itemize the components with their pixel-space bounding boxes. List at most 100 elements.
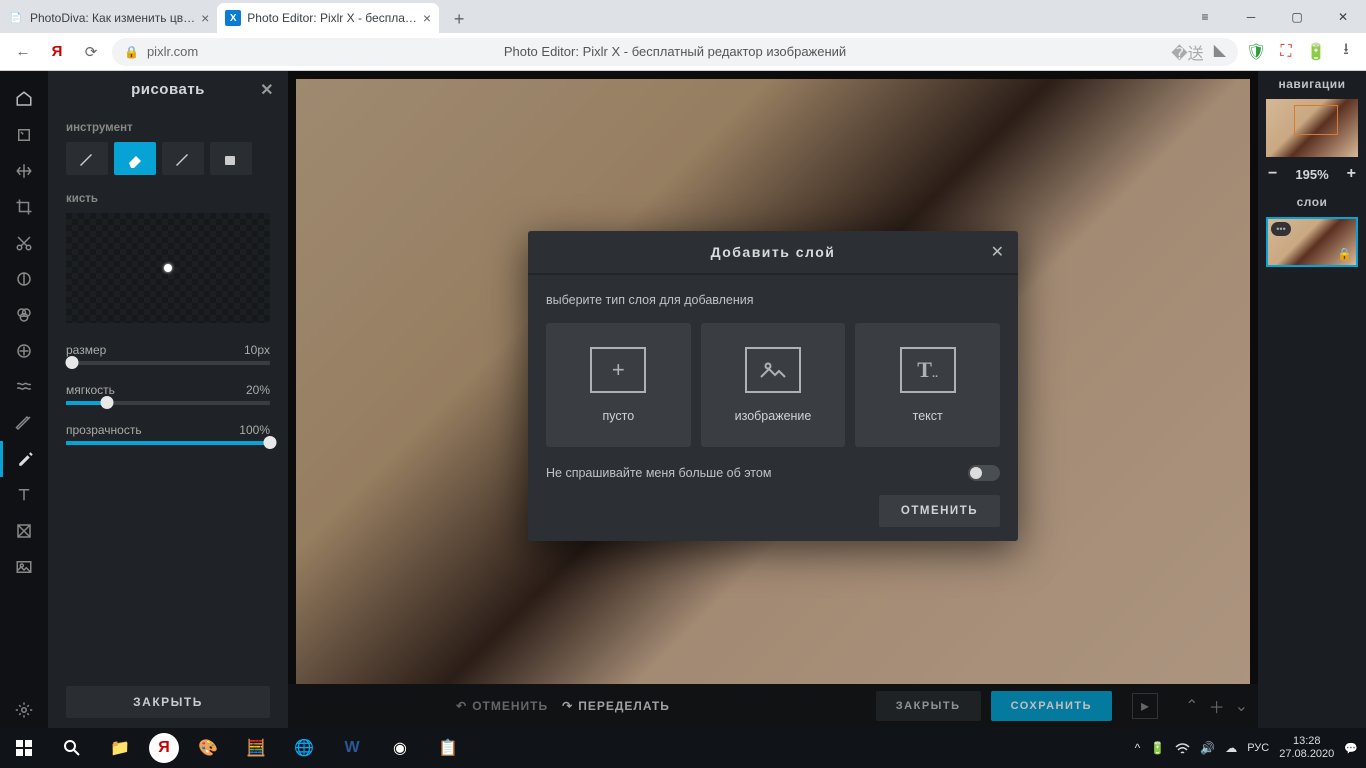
lock-icon[interactable]: 🔒 (1337, 247, 1352, 261)
pixlr-app: рисовать ✕ инструмент кисть размер10px м… (0, 71, 1366, 728)
viewport-box-icon (1294, 105, 1338, 135)
image-square-icon (745, 347, 801, 393)
modal-cancel-button[interactable]: ОТМЕНИТЬ (879, 495, 1000, 527)
right-panel: навигации − 195% + слои ••• 🔒 (1258, 71, 1366, 728)
tray-volume-icon[interactable]: 🔊 (1200, 741, 1215, 755)
modal-overlay: Добавить слой ✕ выберите тип слоя для до… (288, 71, 1258, 728)
page-description: Photo Editor: Pixlr X - бесплатный редак… (504, 44, 846, 59)
address-bar: ← Я ⟳ 🔒 pixlr.com Photo Editor: Pixlr X … (0, 33, 1366, 71)
move-tool-icon[interactable] (0, 153, 48, 189)
new-tab-button[interactable]: + (445, 5, 473, 33)
size-value: 10px (244, 343, 270, 357)
softness-value: 20% (246, 383, 270, 397)
size-slider[interactable] (66, 361, 270, 365)
brush-preview[interactable] (66, 213, 270, 323)
arrange-tool-icon[interactable] (0, 117, 48, 153)
tray-battery-icon[interactable]: 🔋 (1150, 741, 1165, 755)
close-icon[interactable]: × (423, 10, 431, 26)
search-button[interactable] (48, 728, 96, 768)
settings-icon[interactable] (0, 692, 48, 728)
close-icon[interactable]: × (201, 10, 209, 26)
paint-icon[interactable]: 🎨 (184, 728, 232, 768)
paperplane-icon[interactable]: �送 (1171, 40, 1203, 64)
retouch-tool-icon[interactable] (0, 405, 48, 441)
paintnet-icon[interactable]: 🌐 (280, 728, 328, 768)
browser-menu-button[interactable]: ≡ (1182, 0, 1228, 33)
calculator-icon[interactable]: 🧮 (232, 728, 280, 768)
opacity-slider[interactable] (66, 441, 270, 445)
notes-icon[interactable]: 📋 (424, 728, 472, 768)
text-tool-icon[interactable] (0, 477, 48, 513)
add-image-tool-icon[interactable] (0, 549, 48, 585)
draw-tool-icon[interactable] (0, 441, 48, 477)
battery-icon[interactable]: 🔋 (1306, 42, 1326, 62)
window-minimize-button[interactable]: ─ (1228, 0, 1274, 33)
zoom-in-button[interactable]: + (1347, 165, 1356, 183)
start-button[interactable] (0, 728, 48, 768)
zoom-out-button[interactable]: − (1268, 165, 1277, 183)
file-explorer-icon[interactable]: 📁 (96, 728, 144, 768)
window-maximize-button[interactable]: ▢ (1274, 0, 1320, 33)
pen-tool-button[interactable] (66, 142, 108, 175)
tab-photodiva[interactable]: 📄 PhotoDiva: Как изменить цв… × (0, 3, 217, 33)
layers-panel-title: слои (1258, 195, 1366, 209)
cut-tool-icon[interactable] (0, 225, 48, 261)
home-icon[interactable] (0, 81, 48, 117)
draw-properties-panel: рисовать ✕ инструмент кисть размер10px м… (48, 71, 288, 728)
nav-panel-title: навигации (1258, 77, 1366, 91)
brush-tool-button[interactable] (162, 142, 204, 175)
opacity-label: прозрачность (66, 423, 142, 437)
element-tool-icon[interactable] (0, 513, 48, 549)
yandex-browser-icon[interactable]: Я (149, 733, 179, 763)
bookmark-icon[interactable]: ◣ (1214, 40, 1226, 64)
app-icon[interactable]: ◉ (376, 728, 424, 768)
dont-ask-toggle[interactable] (968, 465, 1000, 481)
softness-slider[interactable] (66, 401, 270, 405)
yandex-home-button[interactable]: Я (44, 39, 70, 65)
effect-tool-icon[interactable] (0, 333, 48, 369)
tray-chevron-icon[interactable]: ^ (1135, 741, 1141, 755)
nav-back-button[interactable]: ← (10, 39, 36, 65)
plus-square-icon: + (590, 347, 646, 393)
download-icon[interactable]: ⭳ (1336, 42, 1356, 62)
notifications-icon[interactable]: 💬 (1344, 742, 1358, 755)
modal-subtitle: выберите тип слоя для добавления (546, 293, 1000, 307)
url-text: pixlr.com (147, 44, 198, 59)
tray-wifi-icon[interactable] (1175, 741, 1190, 756)
eraser-tool-button[interactable] (114, 142, 156, 175)
url-field[interactable]: 🔒 pixlr.com Photo Editor: Pixlr X - бесп… (112, 38, 1238, 66)
extension-frame-icon[interactable]: ⛶ (1276, 42, 1296, 62)
window-close-button[interactable]: ✕ (1320, 0, 1366, 33)
layer-type-text[interactable]: T.. текст (855, 323, 1000, 447)
tab-title: PhotoDiva: Как изменить цв… (30, 11, 195, 25)
windows-taskbar: 📁 Я 🎨 🧮 🌐 W ◉ 📋 ^ 🔋 🔊 ☁ РУС 13:28 27.08.… (0, 728, 1366, 768)
panel-close-icon[interactable]: ✕ (260, 80, 274, 100)
browser-tab-bar: 📄 PhotoDiva: Как изменить цв… × X Photo … (0, 0, 1366, 33)
layer-type-empty[interactable]: + пусто (546, 323, 691, 447)
modal-title: Добавить слой (711, 244, 836, 260)
panel-title: рисовать (131, 81, 205, 98)
docs-favicon-icon: 📄 (8, 10, 24, 26)
layer-type-image[interactable]: изображение (701, 323, 846, 447)
dont-ask-label: Не спрашивайте меня больше об этом (546, 466, 771, 480)
taskbar-clock[interactable]: 13:28 27.08.2020 (1279, 735, 1334, 761)
modal-close-icon[interactable]: ✕ (991, 242, 1004, 262)
navigator-thumbnail[interactable] (1266, 99, 1358, 157)
bucket-tool-button[interactable] (210, 142, 252, 175)
language-indicator[interactable]: РУС (1247, 742, 1269, 754)
extension-shield-icon[interactable]: 🛡 (1246, 42, 1266, 62)
liquify-tool-icon[interactable] (0, 369, 48, 405)
tab-pixlr[interactable]: X Photo Editor: Pixlr X - беспла… × (217, 3, 439, 33)
brush-label: кисть (66, 193, 270, 205)
tray-onedrive-icon[interactable]: ☁ (1225, 741, 1237, 755)
layer-thumbnail[interactable]: ••• 🔒 (1266, 217, 1358, 267)
tool-rail (0, 71, 48, 728)
panel-close-button[interactable]: ЗАКРЫТЬ (66, 686, 270, 718)
crop-tool-icon[interactable] (0, 189, 48, 225)
adjust-tool-icon[interactable] (0, 261, 48, 297)
nav-reload-button[interactable]: ⟳ (78, 39, 104, 65)
opacity-value: 100% (239, 423, 270, 437)
word-icon[interactable]: W (328, 728, 376, 768)
layer-options-icon[interactable]: ••• (1271, 222, 1291, 236)
filter-tool-icon[interactable] (0, 297, 48, 333)
